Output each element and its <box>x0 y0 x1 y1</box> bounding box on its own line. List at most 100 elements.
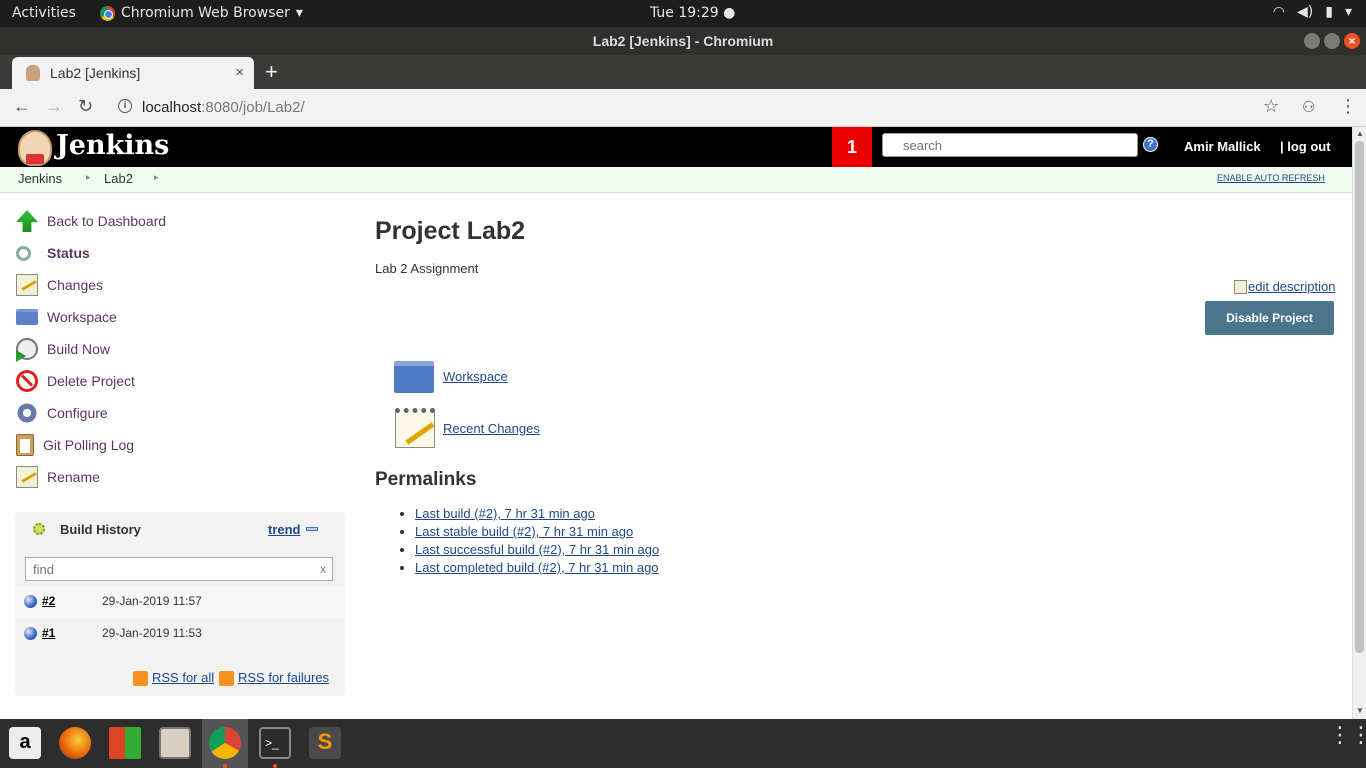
files-icon[interactable] <box>159 727 191 759</box>
tab-close-icon[interactable]: × <box>235 64 244 81</box>
task-status[interactable]: Status <box>16 237 336 269</box>
build-history-panel: Build History trend x #2 29-Jan-2019 11:… <box>15 512 345 696</box>
scrollbar-thumb[interactable] <box>1355 141 1364 653</box>
permalink-last-build[interactable]: Last build (#2), 7 hr 31 min ago <box>415 506 595 521</box>
build-date-link[interactable]: 29-Jan-2019 11:53 <box>102 626 202 640</box>
tab-title: Lab2 [Jenkins] <box>50 65 141 81</box>
blue-ball-success-icon <box>24 595 37 608</box>
breadcrumb-arrow-icon[interactable]: ▸ <box>86 172 91 183</box>
browser-menu-icon[interactable]: ⋮ <box>1339 96 1357 117</box>
gnome-top-bar: Activities Chromium Web Browser ▾ Tue 19… <box>0 0 1366 27</box>
build-number-link[interactable]: #2 <box>42 594 55 608</box>
app-menu[interactable]: Chromium Web Browser ▾ <box>100 5 303 21</box>
build-row[interactable]: #2 29-Jan-2019 11:57 <box>15 586 345 618</box>
clear-find-button[interactable]: x <box>320 562 326 576</box>
edit-description-link[interactable]: edit description <box>1248 279 1335 294</box>
breadcrumb-lab2[interactable]: Lab2 <box>104 171 133 186</box>
forward-arrow-icon[interactable]: → <box>45 96 63 117</box>
permalinks-heading: Permalinks <box>375 469 477 490</box>
enable-auto-refresh-link[interactable]: ENABLE AUTO REFRESH <box>1217 173 1325 183</box>
edit-notepad-icon[interactable] <box>1234 280 1247 294</box>
task-git-polling-log[interactable]: Git Polling Log <box>16 429 336 461</box>
chevron-down-icon: ▾ <box>295 5 303 21</box>
url-host: localhost <box>142 99 202 116</box>
logout-link[interactable]: | log out <box>1280 139 1331 154</box>
close-window-button[interactable]: × <box>1344 33 1360 49</box>
help-icon[interactable]: ? <box>1143 137 1158 152</box>
notepad-icon[interactable] <box>395 408 435 448</box>
task-label: Git Polling Log <box>43 437 135 453</box>
task-label: Rename <box>47 469 100 485</box>
notification-badge[interactable]: 1 <box>832 127 872 167</box>
system-tray[interactable]: ◠ ◀) ▮ ▾ <box>1273 4 1352 20</box>
rss-icon[interactable] <box>133 671 148 686</box>
amazon-icon[interactable]: a <box>9 727 41 759</box>
task-label: Build Now <box>47 341 111 357</box>
bookmark-star-icon[interactable]: ☆ <box>1263 96 1279 117</box>
jenkins-favicon-icon <box>26 65 40 81</box>
sublime-text-icon[interactable]: S <box>309 727 341 759</box>
task-workspace[interactable]: Workspace <box>16 301 336 333</box>
permalink-last-stable-build[interactable]: Last stable build (#2), 7 hr 31 min ago <box>415 524 633 539</box>
build-find-input[interactable] <box>25 557 333 581</box>
list-item: Last completed build (#2), 7 hr 31 min a… <box>415 560 659 578</box>
chromium-icon[interactable] <box>209 727 241 759</box>
minimize-button[interactable] <box>1304 33 1320 49</box>
browser-tab[interactable]: Lab2 [Jenkins] × <box>12 57 254 89</box>
task-label: Back to Dashboard <box>47 213 167 229</box>
trend-icon[interactable] <box>306 527 318 531</box>
jenkins-butler-logo-icon[interactable] <box>18 130 52 166</box>
breadcrumb-arrow-icon[interactable]: ▸ <box>154 172 159 183</box>
task-delete-project[interactable]: Delete Project <box>16 365 336 397</box>
build-number-link[interactable]: #1 <box>42 626 55 640</box>
permalink-last-completed-build[interactable]: Last completed build (#2), 7 hr 31 min a… <box>415 560 659 575</box>
clock[interactable]: Tue 19:29 ● <box>650 5 735 21</box>
scroll-down-arrow-icon[interactable]: ▼ <box>1356 706 1364 715</box>
scroll-up-arrow-icon[interactable]: ▲ <box>1356 129 1364 138</box>
breadcrumb-jenkins[interactable]: Jenkins <box>18 171 62 186</box>
extension-icon[interactable]: ⚇ <box>1302 98 1315 116</box>
back-arrow-icon[interactable]: ← <box>13 96 31 117</box>
page-scrollbar[interactable]: ▲ ▼ <box>1352 127 1366 719</box>
task-changes[interactable]: Changes <box>16 269 336 301</box>
app-grid-colored-icon[interactable] <box>109 727 141 759</box>
maximize-button[interactable] <box>1324 33 1340 49</box>
list-item: Last build (#2), 7 hr 31 min ago <box>415 506 659 524</box>
build-row[interactable]: #1 29-Jan-2019 11:53 <box>15 618 345 650</box>
task-build-now[interactable]: Build Now <box>16 333 336 365</box>
magnifier-icon <box>16 245 31 261</box>
rss-failures-link[interactable]: RSS for failures <box>238 670 329 685</box>
recent-changes-link[interactable]: Recent Changes <box>443 421 540 436</box>
running-indicator <box>223 764 227 768</box>
permalink-last-successful-build[interactable]: Last successful build (#2), 7 hr 31 min … <box>415 542 659 557</box>
rss-all-link[interactable]: RSS for all <box>152 670 214 685</box>
terminal-icon[interactable]: >_ <box>259 727 291 759</box>
task-back-to-dashboard[interactable]: Back to Dashboard <box>16 205 336 237</box>
activities-button[interactable]: Activities <box>12 5 76 21</box>
task-rename[interactable]: Rename <box>16 461 336 493</box>
search-input[interactable] <box>882 133 1138 157</box>
rss-icon[interactable] <box>219 671 234 686</box>
trend-link[interactable]: trend <box>268 522 301 537</box>
workspace-link[interactable]: Workspace <box>443 369 508 384</box>
new-tab-button[interactable]: + <box>265 59 278 85</box>
firefox-icon[interactable] <box>59 727 91 759</box>
build-history-title: Build History <box>60 522 141 537</box>
address-bar[interactable]: localhost:8080/job/Lab2/ <box>142 99 305 116</box>
task-label: Configure <box>47 405 108 421</box>
jenkins-logo-text[interactable]: Jenkins <box>56 130 169 161</box>
task-configure[interactable]: Configure <box>16 397 336 429</box>
clock-play-icon <box>16 338 38 362</box>
url-path: :8080/job/Lab2/ <box>201 99 305 116</box>
show-applications-icon[interactable]: ⋮⋮⋮ <box>1329 724 1366 746</box>
user-link[interactable]: Amir Mallick <box>1184 139 1261 154</box>
reload-icon[interactable]: ↻ <box>78 96 93 117</box>
no-entry-icon <box>16 370 38 392</box>
site-info-icon[interactable]: i <box>118 99 132 113</box>
folder-icon[interactable] <box>394 361 434 393</box>
task-label: Status <box>47 245 90 261</box>
disable-project-button[interactable]: Disable Project <box>1205 301 1334 335</box>
build-date-link[interactable]: 29-Jan-2019 11:57 <box>102 594 202 608</box>
battery-icon: ▮ <box>1325 4 1333 20</box>
clipboard-icon <box>16 434 34 456</box>
